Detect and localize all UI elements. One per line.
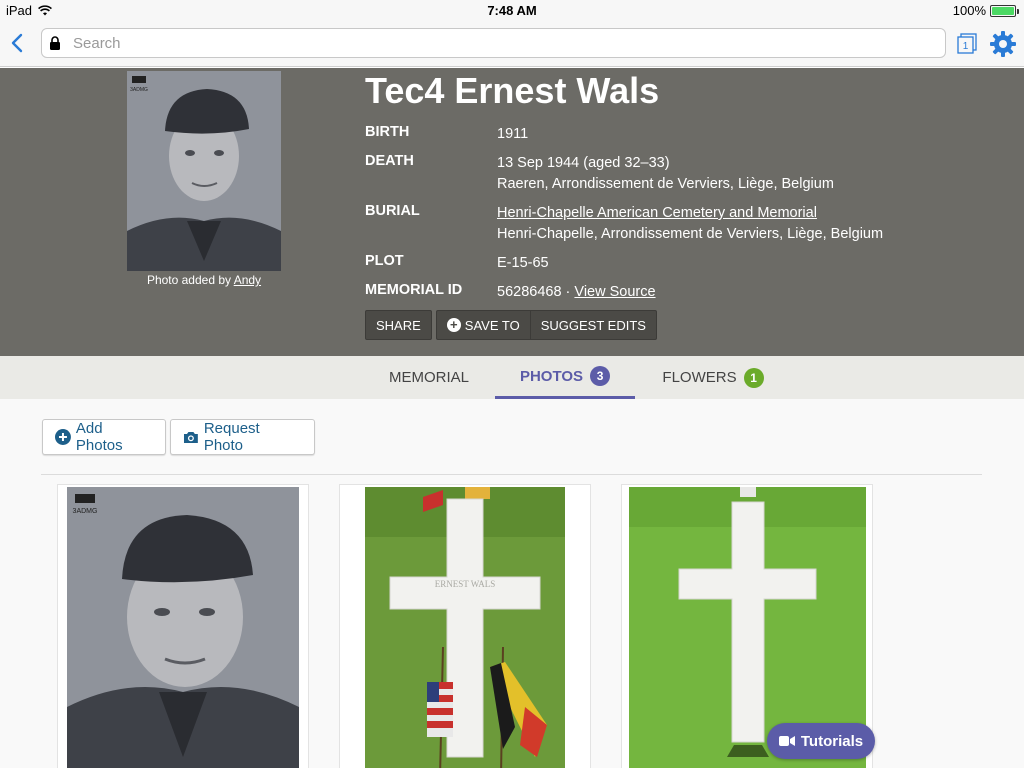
- portrait-badge: 3ADMG: [130, 87, 148, 93]
- save-to-button[interactable]: + SAVE TO: [435, 310, 530, 340]
- save-to-label: SAVE TO: [464, 317, 520, 333]
- battery-icon: [990, 4, 1019, 17]
- tab-flowers[interactable]: FLOWERS 1: [648, 356, 778, 399]
- video-camera-icon: [778, 736, 795, 746]
- photos-content: Add Photos Request Photo 3ADMG ERNEST WA…: [0, 399, 1024, 768]
- memorial-portrait[interactable]: 3ADMG: [127, 71, 281, 271]
- photo-caption-prefix: Photo added by: [146, 273, 234, 287]
- tutorials-label: Tutorials: [800, 732, 864, 750]
- chevron-left-icon: [11, 33, 23, 53]
- birth-row: BIRTH 1911: [365, 124, 883, 145]
- flowers-count-badge: 1: [743, 367, 764, 388]
- memorial-facts: BIRTH 1911 DEATH 13 Sep 1944 (aged 32–33…: [365, 124, 883, 311]
- memorial-id-label: MEMORIAL ID: [365, 282, 463, 298]
- battery-percent: 100%: [952, 3, 986, 18]
- tabs-icon: 1: [957, 33, 977, 54]
- status-right: 100%: [952, 3, 1019, 18]
- search-bar[interactable]: [41, 28, 946, 58]
- lock-icon: [50, 36, 60, 50]
- plot-label: PLOT: [365, 253, 404, 269]
- photo-2-image: ERNEST WALS: [365, 487, 565, 768]
- plot-row: PLOT E-15-65: [365, 253, 883, 274]
- cemetery-link[interactable]: Henri-Chapelle American Cemetery and Mem…: [497, 205, 817, 221]
- burial-value: Henri-Chapelle American Cemetery and Mem…: [497, 203, 883, 245]
- memorial-id-separator: ·: [565, 284, 571, 300]
- burial-label: BURIAL: [365, 203, 420, 219]
- tutorials-button[interactable]: Tutorials: [767, 723, 875, 759]
- camera-icon: [183, 431, 198, 443]
- death-date: 13 Sep 1944 (aged 32–33): [497, 155, 670, 171]
- section-divider: [41, 474, 982, 475]
- add-photos-label: Add Photos: [75, 420, 123, 454]
- plus-circle-icon: +: [446, 318, 461, 332]
- request-photo-button[interactable]: Request Photo: [170, 419, 315, 455]
- add-photos-button[interactable]: Add Photos: [42, 419, 166, 455]
- settings-button[interactable]: [989, 30, 1017, 58]
- gear-icon: [990, 31, 1016, 57]
- tab-memorial[interactable]: MEMORIAL: [370, 356, 488, 399]
- status-bar: iPad 7:48 AM 100%: [0, 0, 1024, 22]
- memorial-header: 3ADMG Photo added by Andy Tec4 Ernest Wa…: [0, 68, 1024, 356]
- tab-memorial-label: MEMORIAL: [388, 369, 469, 386]
- birth-value: 1911: [497, 126, 529, 142]
- memorial-tabs: MEMORIAL PHOTOS 3 FLOWERS 1: [0, 356, 1024, 399]
- burial-place: Henri-Chapelle, Arrondissement de Vervie…: [497, 226, 884, 242]
- tab-count: 1: [963, 41, 969, 52]
- suggest-edits-button[interactable]: SUGGEST EDITS: [529, 310, 657, 340]
- back-button[interactable]: [10, 32, 32, 54]
- memorial-id-value: 56286468 · View Source: [497, 282, 656, 303]
- photo-card-2[interactable]: ERNEST WALS: [339, 484, 591, 768]
- plot-value: E-15-65: [497, 255, 549, 271]
- death-place: Raeren, Arrondissement de Verviers, Lièg…: [497, 176, 834, 192]
- photo-1-image: 3ADMG: [67, 487, 299, 768]
- tab-flowers-label: FLOWERS: [662, 369, 737, 386]
- death-row: DEATH 13 Sep 1944 (aged 32–33) Raeren, A…: [365, 153, 883, 195]
- burial-row: BURIAL Henri-Chapelle American Cemetery …: [365, 203, 883, 245]
- photo-contributor-link[interactable]: Andy: [234, 273, 261, 287]
- tab-photos[interactable]: PHOTOS 3: [495, 356, 635, 399]
- death-value: 13 Sep 1944 (aged 32–33) Raeren, Arrondi…: [497, 153, 834, 195]
- plus-circle-icon: [55, 429, 71, 445]
- death-label: DEATH: [365, 153, 414, 169]
- search-input[interactable]: [73, 34, 933, 52]
- memorial-name: Tec4 Ernest Wals: [365, 70, 660, 111]
- status-time: 7:48 AM: [487, 3, 537, 18]
- share-button[interactable]: SHARE: [365, 310, 432, 340]
- save-edit-group: + SAVE TO SUGGEST EDITS: [435, 310, 657, 340]
- tabs-button[interactable]: 1: [956, 32, 978, 54]
- birth-label: BIRTH: [365, 124, 410, 140]
- portrait-image: 3ADMG: [127, 71, 281, 271]
- tab-photos-label: PHOTOS: [519, 367, 584, 385]
- view-source-link[interactable]: View Source: [574, 284, 655, 300]
- cross-inscription: ERNEST WALS: [435, 579, 495, 589]
- request-photo-label: Request Photo: [203, 420, 260, 454]
- memorial-actions: SHARE + SAVE TO SUGGEST EDITS: [365, 310, 657, 340]
- memorial-id-row: MEMORIAL ID 56286468 · View Source: [365, 282, 883, 303]
- memorial-id-number: 56286468: [497, 284, 562, 300]
- photos-count-badge: 3: [590, 366, 611, 386]
- nav-bar: 1: [0, 22, 1024, 67]
- photo-1-badge: 3ADMG: [73, 508, 98, 515]
- photo-card-1[interactable]: 3ADMG: [57, 484, 309, 768]
- photo-caption: Photo added by Andy: [127, 273, 281, 287]
